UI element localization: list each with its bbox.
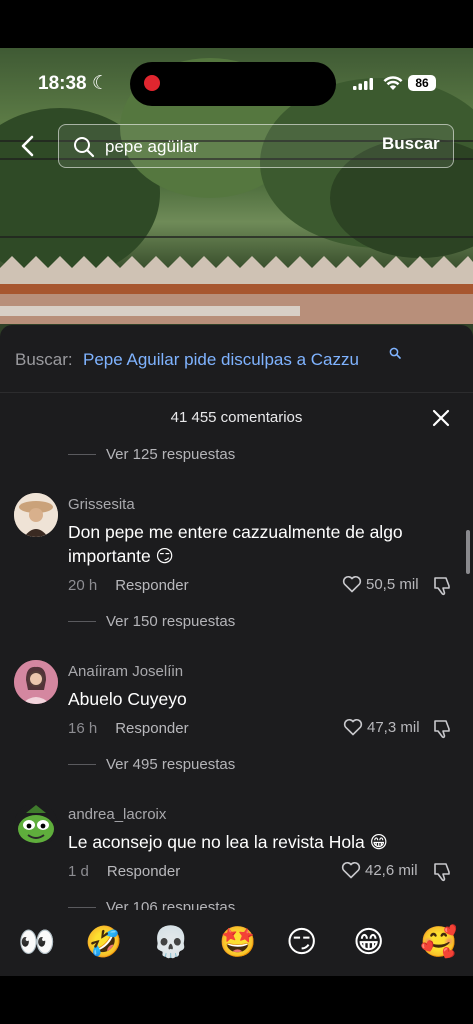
like-count: 42,6 mil <box>365 861 418 879</box>
recording-dot-icon <box>144 75 160 91</box>
like-count: 50,5 mil <box>366 575 419 593</box>
comment-time: 20 h <box>68 577 98 594</box>
dynamic-island <box>130 62 336 106</box>
dislike-icon[interactable] <box>432 862 454 882</box>
avatar[interactable] <box>14 493 58 537</box>
search-query: pepe agüilar <box>105 137 199 156</box>
comment-text: Abuelo Cuyeyo <box>68 689 187 709</box>
heart-icon <box>343 718 363 736</box>
grin-emoji-icon[interactable]: 😁 <box>353 926 384 960</box>
suggestion-term[interactable]: Pepe Aguilar pide disculpas a Cazzu <box>83 350 359 370</box>
clock: 18:38 ☾ <box>38 73 109 94</box>
search-button[interactable]: Buscar <box>382 134 440 154</box>
avatar[interactable] <box>14 660 58 704</box>
like-button[interactable]: 47,3 mil <box>343 718 420 736</box>
divider <box>68 454 96 455</box>
comment-meta: 20 h Responder <box>68 577 189 594</box>
comment-username[interactable]: Grissesita <box>68 496 135 513</box>
suggestion-label: Buscar: <box>15 350 73 369</box>
comment-meta: 1 d Responder <box>68 863 180 880</box>
battery-indicator: 86 <box>408 75 436 91</box>
top-black-bar <box>0 0 473 48</box>
scrollbar[interactable] <box>466 530 470 574</box>
search-icon <box>74 137 95 158</box>
bottom-black-bar <box>0 976 473 1024</box>
divider <box>68 764 96 765</box>
roof <box>0 248 473 324</box>
comment-text: Le aconsejo que no lea la revista Hola 😁 <box>68 832 388 852</box>
like-button[interactable]: 42,6 mil <box>341 861 418 879</box>
eyes-emoji-icon[interactable]: 👀 <box>18 926 55 960</box>
divider <box>68 621 96 622</box>
wifi-icon <box>383 76 403 90</box>
view-replies-link[interactable]: Ver 150 respuestas <box>68 613 235 630</box>
comment-meta: 16 h Responder <box>68 720 189 737</box>
smirk-emoji-icon[interactable]: 😏 <box>286 926 317 960</box>
status-bar: 18:38 ☾ 86 <box>0 48 473 118</box>
reply-button[interactable]: Responder <box>107 863 180 880</box>
moon-icon: ☾ <box>91 73 109 94</box>
divider <box>68 907 96 908</box>
comment-username[interactable]: Anaíiram Joselíin <box>68 663 183 680</box>
avatar[interactable] <box>14 803 58 847</box>
reply-button[interactable]: Responder <box>115 720 188 737</box>
dislike-icon[interactable] <box>432 719 454 739</box>
heart-icon <box>341 861 361 879</box>
view-replies-link[interactable]: Ver 125 respuestas <box>68 446 235 463</box>
dislike-icon[interactable] <box>432 576 454 596</box>
search-suggestion[interactable]: Buscar: Pepe Aguilar pide disculpas a Ca… <box>0 325 473 393</box>
view-replies-link[interactable]: Ver 495 respuestas <box>68 756 235 773</box>
like-button[interactable]: 50,5 mil <box>342 575 419 593</box>
emoji-bar: 👀 🤣 💀 🤩 😏 😁 🥰 <box>0 910 473 976</box>
skull-emoji-icon[interactable]: 💀 <box>152 926 189 960</box>
comment-username[interactable]: andrea_lacroix <box>68 806 166 823</box>
power-line <box>0 236 473 238</box>
rofl-emoji-icon[interactable]: 🤣 <box>85 926 122 960</box>
close-icon[interactable] <box>432 409 450 427</box>
comment-time: 1 d <box>68 863 89 880</box>
reply-button[interactable]: Responder <box>115 577 188 594</box>
cellular-signal-icon <box>353 78 373 90</box>
comment-count: 41 455 comentarios <box>170 409 303 426</box>
search-small-icon <box>389 347 401 359</box>
comment-text: Don pepe me entere cazzualmente de algo … <box>68 522 403 566</box>
smiling-hearts-emoji-icon[interactable]: 🥰 <box>420 926 457 960</box>
comments-sheet: Buscar: Pepe Aguilar pide disculpas a Ca… <box>0 325 473 976</box>
heart-icon <box>342 575 362 593</box>
back-arrow-icon[interactable] <box>18 134 38 158</box>
comment-time: 16 h <box>68 720 98 737</box>
like-count: 47,3 mil <box>367 718 420 736</box>
star-struck-emoji-icon[interactable]: 🤩 <box>219 926 256 960</box>
